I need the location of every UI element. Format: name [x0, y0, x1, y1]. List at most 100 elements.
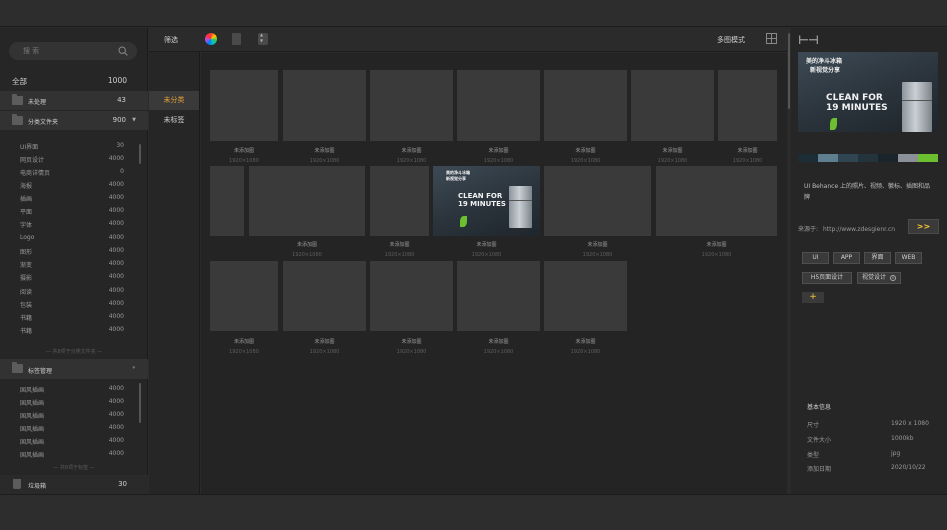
- filter-button[interactable]: 筛选: [164, 35, 178, 45]
- palette-swatch[interactable]: [858, 154, 878, 162]
- image-card-featured[interactable]: 美的净斗冰箱 新视觉分享 CLEAN FOR 19 MINUTES: [433, 166, 540, 236]
- list-item[interactable]: 阅读 4000: [0, 286, 136, 299]
- nav-item-untagged[interactable]: 未标签: [149, 111, 199, 130]
- file-type-icon[interactable]: [232, 33, 241, 45]
- image-card[interactable]: [370, 166, 429, 236]
- list-item[interactable]: 字体 4000: [0, 219, 136, 232]
- source-url[interactable]: http://www.zdesgienr.cn: [823, 226, 895, 233]
- chevron-down-icon[interactable]: ▾: [132, 365, 135, 371]
- image-caption: 未添加图 1920×1080: [229, 339, 259, 355]
- grid-view-icon[interactable]: [766, 33, 777, 44]
- list-item[interactable]: 插画 4000: [0, 193, 136, 206]
- tag-chip[interactable]: WEB: [895, 252, 922, 264]
- tag-hint: — 共8项于标签 —: [53, 465, 95, 471]
- toolbar: 筛选 多图模式: [149, 28, 787, 52]
- tag-chip[interactable]: UI: [802, 252, 829, 264]
- list-item-label: 国风插画: [20, 426, 45, 433]
- color-wheel-icon[interactable]: [205, 33, 217, 45]
- list-item[interactable]: 国风插画 4000: [0, 423, 136, 436]
- image-card[interactable]: [210, 166, 244, 236]
- palette-swatch[interactable]: [898, 154, 918, 162]
- image-text-big2: 19 MINUTES: [826, 103, 888, 113]
- grid-scrollbar[interactable]: [788, 33, 790, 109]
- search-icon[interactable]: [118, 46, 128, 56]
- image-card[interactable]: [718, 70, 777, 141]
- fridge-illustration: [902, 82, 932, 132]
- tag-scrollbar[interactable]: [139, 383, 141, 423]
- chevron-down-icon[interactable]: ▼: [132, 117, 136, 123]
- list-item[interactable]: Logo 4000: [0, 233, 136, 246]
- image-card[interactable]: [283, 70, 366, 141]
- image-card[interactable]: [249, 166, 365, 236]
- search-box[interactable]: [9, 42, 137, 60]
- sidebar-item-unprocessed[interactable]: 未处理 43: [0, 91, 148, 110]
- palette-swatch[interactable]: [838, 154, 858, 162]
- list-item[interactable]: 平面 4000: [0, 206, 136, 219]
- image-card[interactable]: [457, 70, 540, 141]
- source-label: 来源于:: [798, 226, 819, 233]
- close-icon[interactable]: ×: [889, 274, 896, 281]
- list-item-count: 4000: [108, 300, 124, 307]
- image-caption: 未添加图 1920×1080: [701, 242, 732, 258]
- list-item-count: 4000: [108, 424, 124, 431]
- image-card[interactable]: [544, 261, 627, 331]
- sidebar-item-trash[interactable]: 垃圾箱 30: [0, 475, 148, 494]
- list-item[interactable]: 国风插画 4000: [0, 410, 136, 423]
- list-item[interactable]: 书籍 4000: [0, 325, 136, 338]
- list-item[interactable]: 国风插画 4000: [0, 436, 136, 449]
- list-item[interactable]: 国风插画 4000: [0, 397, 136, 410]
- view-mode-label[interactable]: 多图模式: [717, 35, 745, 45]
- image-description[interactable]: UI Behance 上的照片、视频、徽标、插图和品牌: [804, 181, 934, 203]
- search-input[interactable]: [23, 44, 113, 58]
- list-item[interactable]: 渐变 4000: [0, 259, 136, 272]
- category-scrollbar[interactable]: [139, 144, 141, 164]
- list-item-count: 4000: [108, 260, 124, 267]
- list-item[interactable]: 国风插画 4000: [0, 384, 136, 397]
- sidebar-item-folders[interactable]: 分类文件夹 900 ▼: [0, 111, 148, 130]
- image-card[interactable]: [544, 166, 651, 236]
- list-item[interactable]: UI界面 30: [0, 141, 136, 154]
- image-card[interactable]: [631, 70, 714, 141]
- list-item[interactable]: 电商详情页 0: [0, 167, 136, 180]
- list-item[interactable]: 书籍 4000: [0, 312, 136, 325]
- list-item-count: 4000: [108, 287, 124, 294]
- image-card[interactable]: [370, 70, 453, 141]
- list-item-label: 国风插画: [20, 413, 45, 420]
- nav-item-unsorted[interactable]: 未分类: [149, 91, 199, 110]
- palette-swatch[interactable]: [918, 154, 938, 162]
- info-value: 1920 x 1080: [891, 420, 929, 427]
- list-item[interactable]: 国风插画 4000: [0, 449, 136, 462]
- collapse-panel-icon[interactable]: ⊢⊣: [798, 33, 819, 47]
- image-caption: 未添加图 1920×1080: [570, 339, 601, 355]
- sidebar-item-tag-manage[interactable]: 标签管理 ▾: [0, 359, 148, 379]
- tag-chip[interactable]: 界面: [864, 252, 891, 264]
- image-card[interactable]: [457, 261, 540, 331]
- tag-chip[interactable]: H5页面设计: [802, 272, 852, 284]
- image-card[interactable]: [370, 261, 453, 331]
- list-item[interactable]: 网页设计 4000: [0, 154, 136, 167]
- list-item[interactable]: 包装 4000: [0, 299, 136, 312]
- image-card[interactable]: [283, 261, 366, 331]
- image-card[interactable]: [210, 70, 278, 141]
- list-item[interactable]: 海报 4000: [0, 180, 136, 193]
- sidebar-item-label: 分类文件夹: [28, 119, 59, 126]
- sidebar-item-count: 43: [117, 96, 126, 104]
- tag-chip[interactable]: APP: [833, 252, 860, 264]
- image-card[interactable]: [656, 166, 777, 236]
- palette-swatch[interactable]: [878, 154, 898, 162]
- list-item-count: 4000: [108, 411, 124, 418]
- image-card[interactable]: [210, 261, 278, 331]
- list-item[interactable]: 图形 4000: [0, 246, 136, 259]
- add-tag-button[interactable]: +: [802, 292, 824, 303]
- image-caption: 未添加图 1920×1080: [396, 148, 427, 164]
- list-item[interactable]: 摄影 4000: [0, 272, 136, 285]
- open-source-button[interactable]: >>: [908, 219, 939, 234]
- sidebar-item-all[interactable]: 全部 1000: [0, 72, 148, 89]
- image-card[interactable]: [544, 70, 627, 141]
- tag-chip[interactable]: 视觉设计 ×: [857, 272, 901, 284]
- sort-icon[interactable]: [258, 32, 268, 45]
- trash-icon: [13, 479, 21, 489]
- image-grid: 未添加图 1920×1080 未添加图 1920×1080 未添加图 1920×108…: [201, 53, 787, 494]
- palette-swatch[interactable]: [798, 154, 818, 162]
- palette-swatch[interactable]: [818, 154, 838, 162]
